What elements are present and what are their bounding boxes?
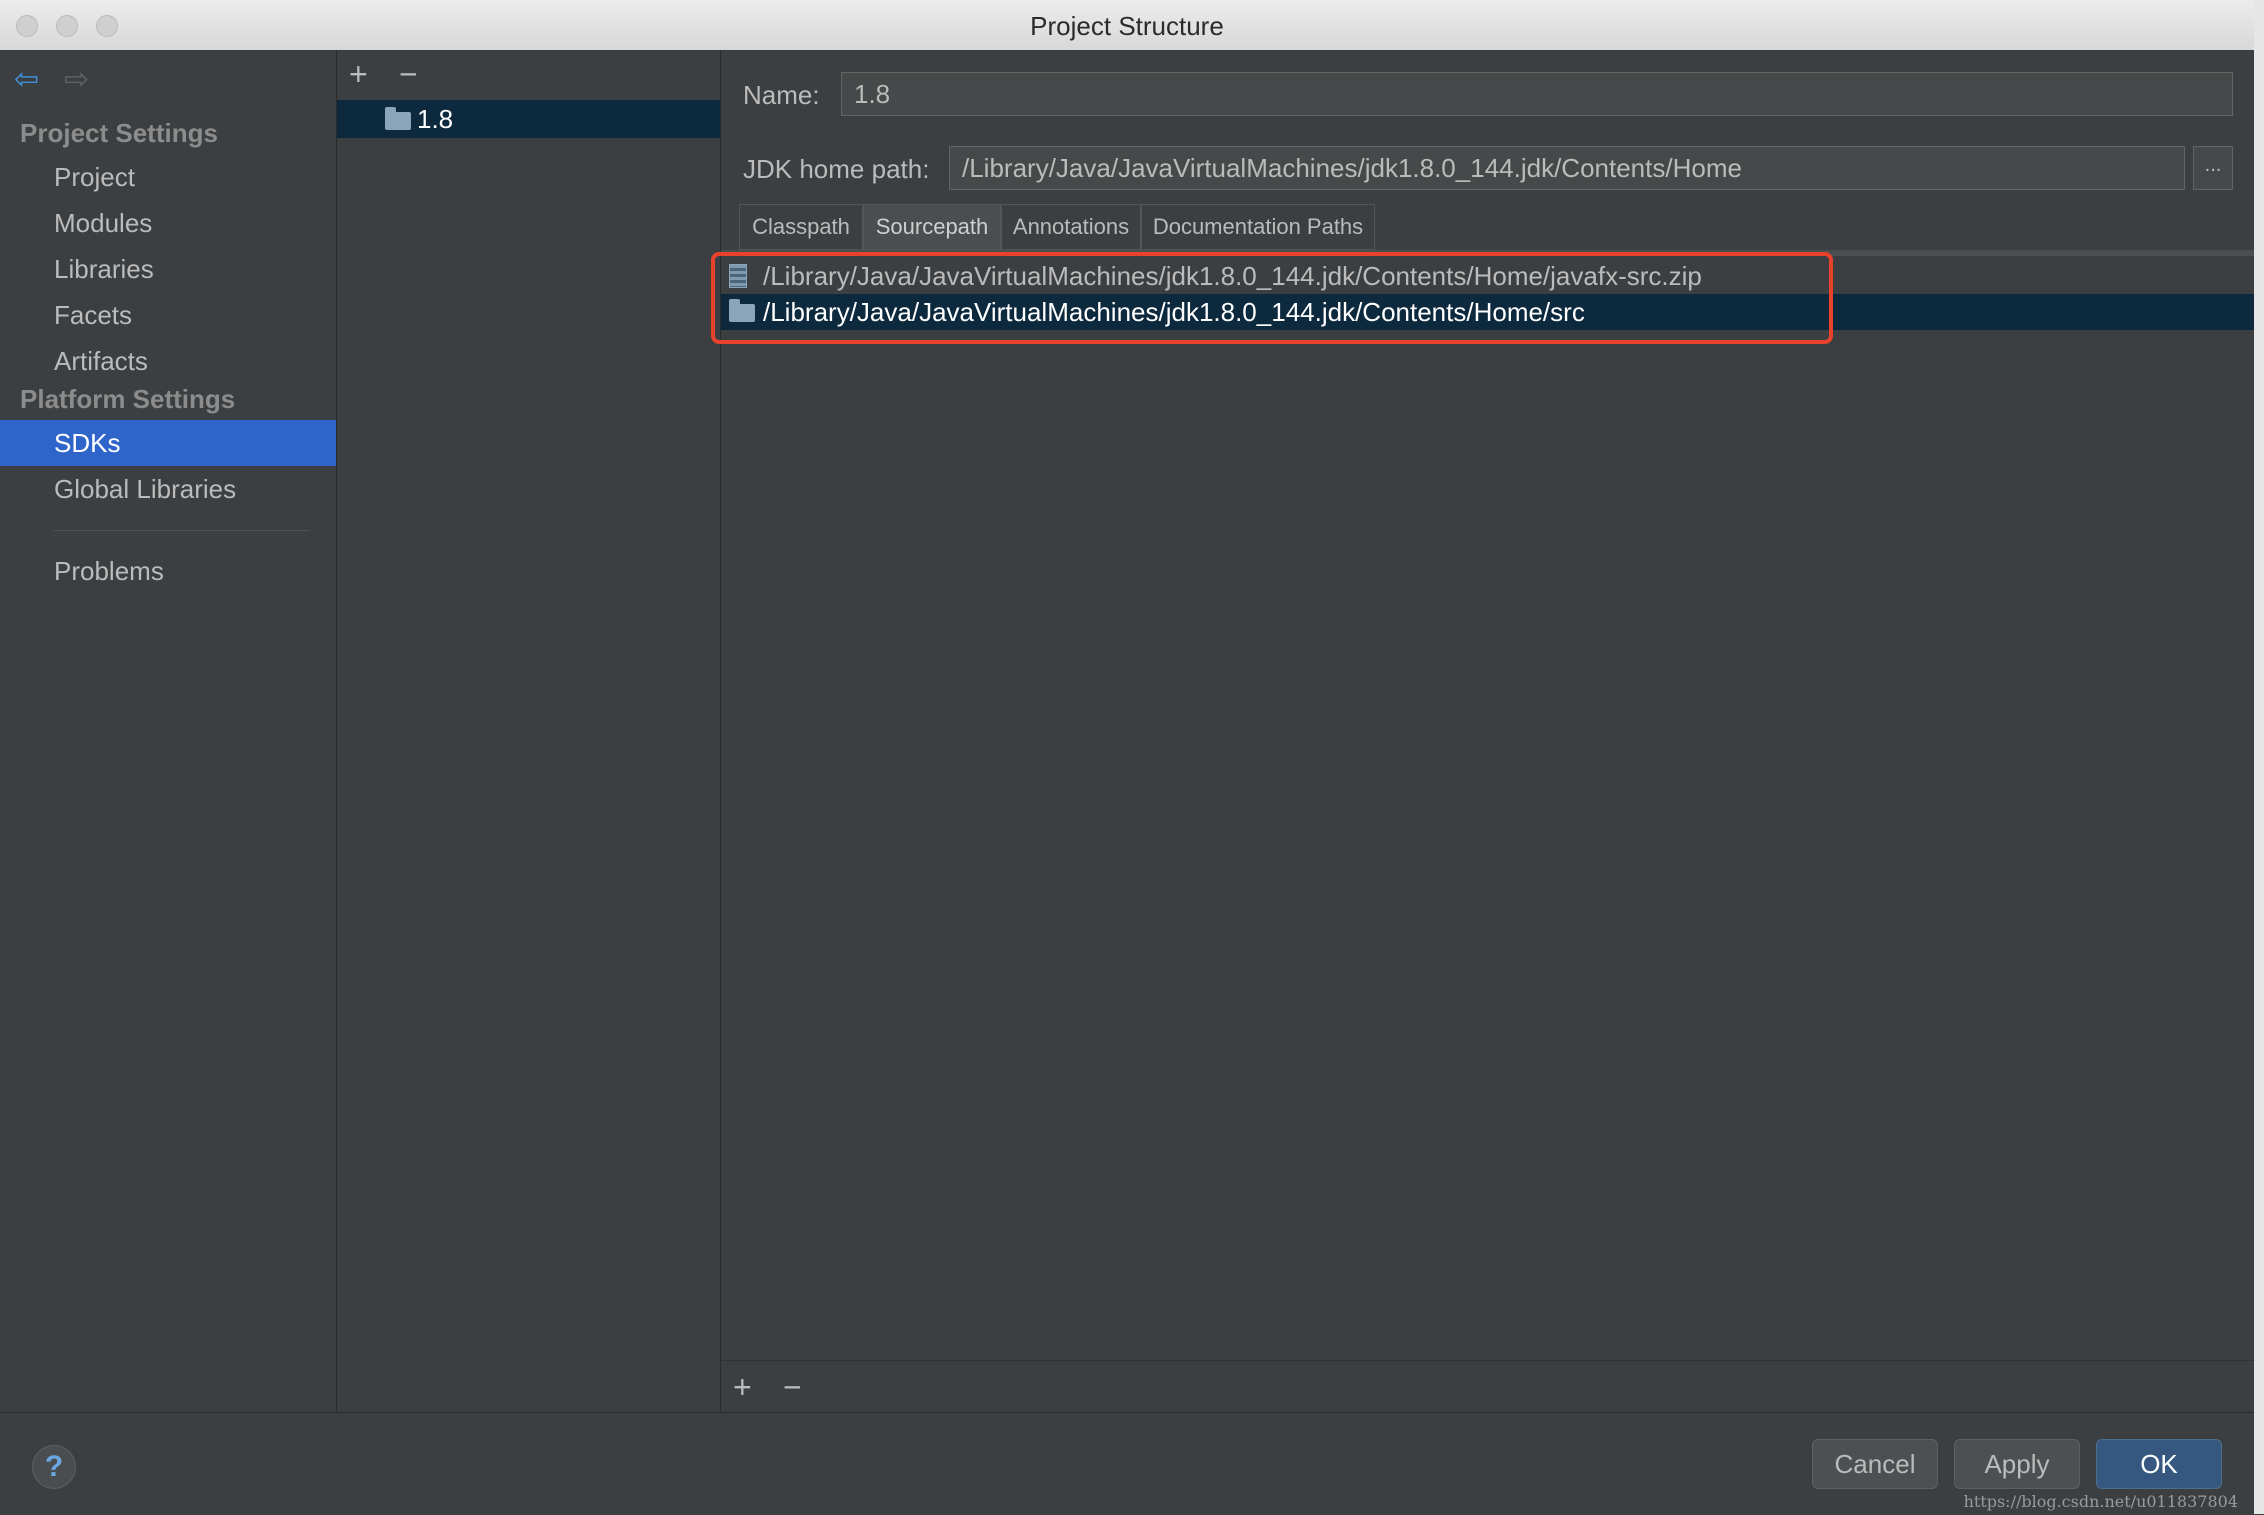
- remove-path-button[interactable]: −: [783, 1371, 802, 1403]
- tab-documentation-paths[interactable]: Documentation Paths: [1141, 204, 1375, 250]
- sdk-list-item[interactable]: 1.8: [337, 100, 720, 138]
- window-title: Project Structure: [1030, 11, 1224, 41]
- nav-item-facets[interactable]: Facets: [0, 292, 336, 338]
- zip-archive-icon: [729, 264, 747, 288]
- sourcepath-row[interactable]: /Library/Java/JavaVirtualMachines/jdk1.8…: [721, 258, 2254, 294]
- apply-button[interactable]: Apply: [1954, 1439, 2080, 1489]
- nav-divider: [54, 530, 310, 531]
- back-arrow-icon[interactable]: ⇦: [14, 62, 39, 97]
- remove-sdk-button[interactable]: −: [399, 58, 418, 90]
- nav-item-sdks[interactable]: SDKs: [0, 420, 336, 466]
- sdk-details-panel: Name: 1.8 JDK home path: /Library/Java/J…: [711, 50, 2254, 1413]
- nav-item-global-libraries[interactable]: Global Libraries: [0, 466, 336, 512]
- forward-arrow-icon[interactable]: ⇨: [64, 62, 89, 97]
- project-structure-window: Project Structure ⇦ ⇨ Project Settings P…: [0, 0, 2254, 1515]
- browse-button[interactable]: ...: [2193, 146, 2233, 190]
- help-icon[interactable]: ?: [32, 1445, 76, 1489]
- ok-button[interactable]: OK: [2096, 1439, 2222, 1489]
- title-bar: Project Structure: [0, 0, 2254, 51]
- nav-item-modules[interactable]: Modules: [0, 200, 336, 246]
- name-label: Name:: [743, 80, 820, 110]
- sourcepath-list: /Library/Java/JavaVirtualMachines/jdk1.8…: [711, 252, 2254, 1356]
- dialog-footer: ? Cancel Apply OK https://blog.csdn.net/…: [0, 1412, 2254, 1515]
- path-toolbar: + −: [721, 1360, 2254, 1413]
- nav-item-artifacts[interactable]: Artifacts: [0, 338, 336, 384]
- add-sdk-button[interactable]: +: [349, 58, 368, 90]
- tab-classpath[interactable]: Classpath: [739, 204, 863, 250]
- settings-navigation: ⇦ ⇨ Project Settings Project Modules Lib…: [0, 50, 337, 1412]
- sourcepath-row[interactable]: /Library/Java/JavaVirtualMachines/jdk1.8…: [721, 294, 2254, 330]
- sdk-name-field[interactable]: 1.8: [841, 72, 2233, 116]
- sdk-item-label: 1.8: [417, 104, 454, 134]
- tab-sourcepath[interactable]: Sourcepath: [863, 204, 1001, 250]
- cancel-button[interactable]: Cancel: [1812, 1439, 1938, 1489]
- background-strip: [2254, 0, 2264, 1514]
- tab-annotations[interactable]: Annotations: [1001, 204, 1141, 250]
- project-settings-header: Project Settings: [20, 118, 218, 148]
- jdk-home-path-label: JDK home path:: [743, 154, 930, 184]
- jdk-folder-icon: [385, 107, 411, 130]
- folder-icon: [729, 299, 755, 322]
- sourcepath-text: /Library/Java/JavaVirtualMachines/jdk1.8…: [763, 297, 1585, 327]
- sourcepath-text: /Library/Java/JavaVirtualMachines/jdk1.8…: [763, 261, 1702, 291]
- platform-settings-header: Platform Settings: [20, 384, 236, 414]
- sdk-list-panel: + − 1.8: [337, 50, 721, 1412]
- watermark-text: https://blog.csdn.net/u011837804: [1963, 1492, 2238, 1511]
- nav-item-project[interactable]: Project: [0, 154, 336, 200]
- jdk-home-path-field[interactable]: /Library/Java/JavaVirtualMachines/jdk1.8…: [949, 146, 2185, 190]
- nav-item-libraries[interactable]: Libraries: [0, 246, 336, 292]
- add-path-button[interactable]: +: [733, 1371, 752, 1403]
- nav-item-problems[interactable]: Problems: [0, 548, 336, 594]
